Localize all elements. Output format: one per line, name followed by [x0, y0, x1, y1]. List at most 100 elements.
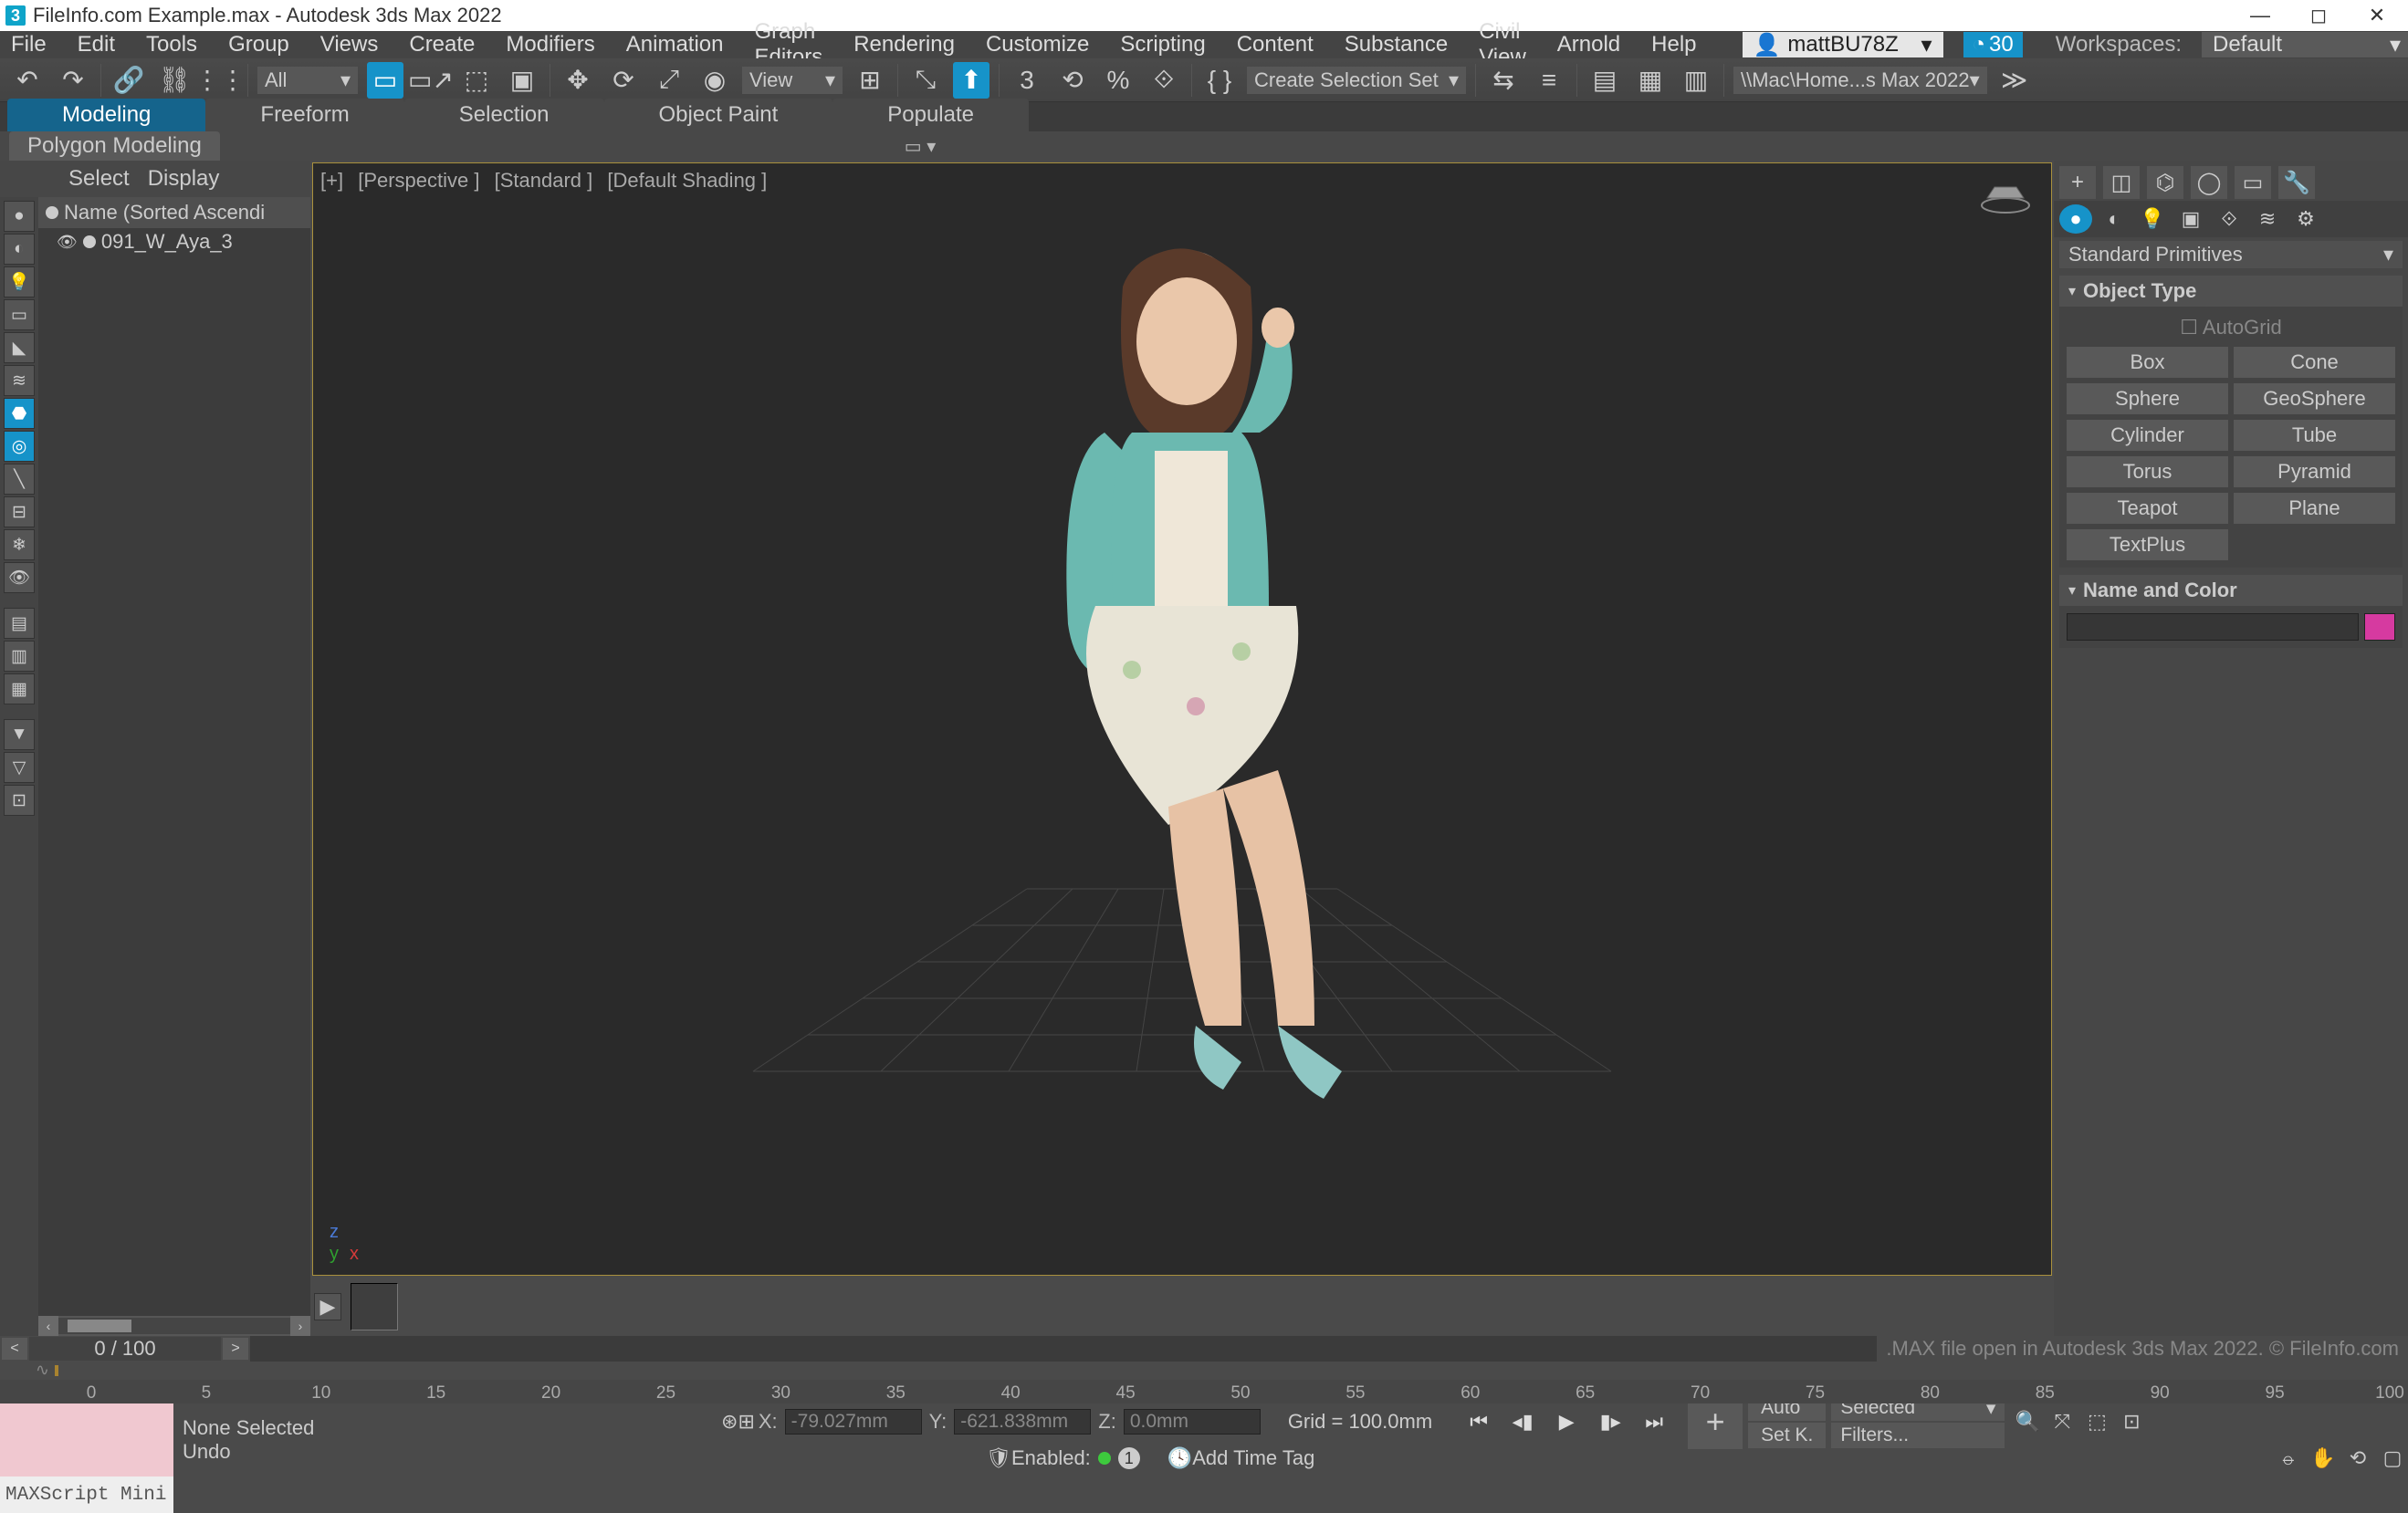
time-tag-icon[interactable]: 🕓	[1167, 1446, 1192, 1470]
selection-filter-dropdown[interactable]: All▾	[257, 67, 358, 94]
toggle-ribbon-button[interactable]: ▥	[1678, 62, 1714, 99]
minimize-button[interactable]: —	[2235, 0, 2286, 31]
toolbar-pin-icon[interactable]: ⊡	[4, 785, 35, 816]
menu-item-scripting[interactable]: Scripting	[1115, 30, 1210, 59]
create-selection-set-dropdown[interactable]: Create Selection Set▾	[1247, 67, 1466, 94]
redo-button[interactable]: ↷	[55, 62, 91, 99]
object-color-swatch[interactable]	[2364, 613, 2395, 641]
maxscript-mini-label[interactable]: MAXScript Mini	[0, 1476, 173, 1513]
primitive-geosphere-button[interactable]: GeoSphere	[2234, 383, 2395, 414]
ribbon-tab-modeling[interactable]: Modeling	[7, 99, 205, 131]
orbit-icon[interactable]: ⟲	[2342, 1445, 2373, 1472]
move-button[interactable]: ✥	[560, 62, 596, 99]
menu-item-arnold[interactable]: Arnold	[1552, 30, 1626, 59]
menu-item-views[interactable]: Views	[315, 30, 384, 59]
toolbar-xrefs-filter-icon[interactable]: ◎	[4, 431, 35, 462]
viewport-expand-button[interactable]: ▶	[314, 1293, 341, 1320]
time-slider-handle[interactable]: 0 / 100	[29, 1337, 221, 1361]
window-crossing-button[interactable]: ▣	[504, 62, 540, 99]
toolbar-geometry-filter-icon[interactable]: ●	[4, 201, 35, 232]
prev-frame-button[interactable]: ◂▮	[1503, 1407, 1542, 1436]
toolbar-cameras-filter-icon[interactable]: ▭	[4, 299, 35, 330]
coord-display-mode-icon[interactable]: ⊞	[738, 1410, 754, 1434]
geometry-category-button[interactable]: ●	[2059, 204, 2092, 234]
tree-horizontal-scrollbar[interactable]: ‹ ›	[38, 1316, 310, 1336]
pan-icon[interactable]: ✋	[2308, 1445, 2339, 1472]
toolbar-sort1-icon[interactable]: ▤	[4, 608, 35, 639]
tree-column-header[interactable]: Name (Sorted Ascendi	[38, 197, 310, 228]
primitive-torus-button[interactable]: Torus	[2067, 456, 2228, 487]
create-tab-button[interactable]: +	[2059, 166, 2096, 199]
subtab-polygon-modeling[interactable]: Polygon Modeling	[9, 131, 220, 161]
menu-item-edit[interactable]: Edit	[72, 30, 120, 59]
toolbar-containers-filter-icon[interactable]: ⊟	[4, 496, 35, 527]
viewport-label[interactable]: [+] [Perspective ] [Standard ] [Default …	[320, 169, 776, 193]
play-button[interactable]: ▶	[1547, 1407, 1586, 1436]
toolbar-frozen-filter-icon[interactable]: ❄	[4, 529, 35, 560]
ribbon-tab-populate[interactable]: Populate	[832, 99, 1029, 131]
toolbar-funnel2-icon[interactable]: ▽	[4, 752, 35, 783]
visibility-eye-icon[interactable]: 👁	[57, 233, 78, 252]
ref-coord-dropdown[interactable]: View▾	[742, 67, 843, 94]
timeline-ruler[interactable]: 0510152025303540455055606570758085909510…	[0, 1380, 2408, 1403]
object-name-input[interactable]	[2067, 613, 2359, 641]
display-tab-button[interactable]: ▭	[2235, 166, 2271, 199]
named-selection-sets-button[interactable]: { }	[1201, 62, 1238, 99]
autogrid-checkbox[interactable]: ☐ AutoGrid	[2067, 314, 2395, 341]
ribbon-tab-selection[interactable]: Selection	[404, 99, 604, 131]
placement-button[interactable]: ◉	[696, 62, 733, 99]
shapes-category-button[interactable]: ◐	[2098, 204, 2131, 234]
maxscript-listener[interactable]	[0, 1403, 173, 1476]
user-account-dropdown[interactable]: 👤mattBU78Z▾	[1743, 32, 1943, 57]
select-object-button[interactable]: ▭	[367, 62, 403, 99]
ribbon-more-dropdown[interactable]: ▭ ▾	[905, 135, 937, 158]
lights-category-button[interactable]: 💡	[2136, 204, 2169, 234]
menu-item-help[interactable]: Help	[1646, 30, 1701, 59]
active-viewport-swatch[interactable]	[351, 1283, 398, 1330]
coord-z-field[interactable]: 0.0mm	[1124, 1409, 1261, 1435]
manipulate-button[interactable]: ⤡	[907, 62, 944, 99]
close-button[interactable]: ✕	[2351, 0, 2403, 31]
select-region-rect-button[interactable]: ⬚	[458, 62, 495, 99]
primitive-pyramid-button[interactable]: Pyramid	[2234, 456, 2395, 487]
helpers-category-button[interactable]: ⟐	[2213, 204, 2246, 234]
primitive-box-button[interactable]: Box	[2067, 347, 2228, 378]
time-slider-right-button[interactable]: >	[223, 1338, 248, 1360]
menu-item-tools[interactable]: Tools	[141, 30, 203, 59]
toolbar-sort2-icon[interactable]: ▥	[4, 641, 35, 672]
toggle-scene-explorer-button[interactable]: ▤	[1586, 62, 1623, 99]
primitive-plane-button[interactable]: Plane	[2234, 493, 2395, 524]
coord-y-field[interactable]: -621.838mm	[954, 1409, 1091, 1435]
toolbar-bone-filter-icon[interactable]: ╲	[4, 464, 35, 495]
rotate-button[interactable]: ⟳	[605, 62, 642, 99]
viewport-perspective[interactable]: [+] [Perspective ] [Standard ] [Default …	[312, 162, 2052, 1276]
menu-item-substance[interactable]: Substance	[1339, 30, 1453, 59]
toolbar-groups-filter-icon[interactable]: ⬣	[4, 398, 35, 429]
goto-end-button[interactable]: ⏭	[1635, 1407, 1673, 1436]
zoom-extents-icon[interactable]: ⬚	[2081, 1408, 2112, 1435]
keyboard-shortcut-override-button[interactable]: ⬆	[953, 62, 989, 99]
spinner-snap-button[interactable]: ⟐	[1146, 62, 1182, 99]
motion-tab-button[interactable]: ◯	[2191, 166, 2227, 199]
menu-item-create[interactable]: Create	[403, 30, 480, 59]
toolbar-funnel1-icon[interactable]: ▼	[4, 719, 35, 750]
primitive-type-dropdown[interactable]: Standard Primitives▾	[2059, 241, 2403, 268]
mirror-button[interactable]: ⇆	[1485, 62, 1522, 99]
menu-item-animation[interactable]: Animation	[621, 30, 729, 59]
menu-item-rendering[interactable]: Rendering	[848, 30, 960, 59]
viewcube[interactable]	[1978, 178, 2033, 214]
tree-item[interactable]: 👁 091_W_Aya_3	[38, 228, 310, 256]
left-tab-display[interactable]: Display	[148, 166, 220, 192]
maximize-button[interactable]: ◻	[2293, 0, 2344, 31]
menu-item-group[interactable]: Group	[223, 30, 295, 59]
toolbar-overflow-button[interactable]: ≫	[1996, 62, 2033, 99]
section-object-type[interactable]: ▾Object Type	[2059, 276, 2403, 307]
time-slider-track[interactable]	[250, 1336, 1877, 1362]
primitive-sphere-button[interactable]: Sphere	[2067, 383, 2228, 414]
ribbon-tab-object-paint[interactable]: Object Paint	[604, 99, 833, 131]
toolbar-helpers-filter-icon[interactable]: ◣	[4, 332, 35, 363]
add-time-tag-label[interactable]: Add Time Tag	[1192, 1446, 1314, 1470]
mini-curve-toggle-icon[interactable]: ∿	[0, 1361, 55, 1381]
time-slider-left-button[interactable]: <	[2, 1338, 27, 1360]
utilities-tab-button[interactable]: 🔧	[2278, 166, 2315, 199]
